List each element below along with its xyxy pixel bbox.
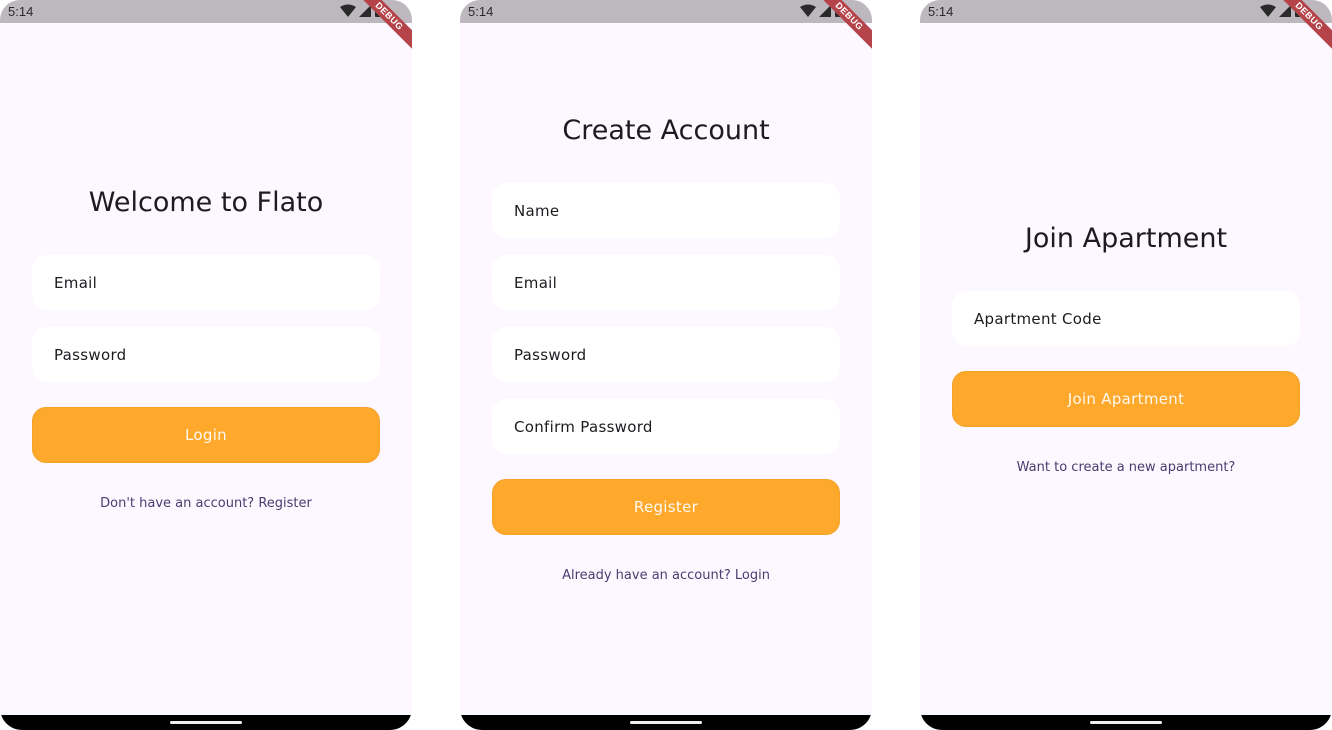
email-input[interactable]	[52, 272, 380, 293]
apartment-code-input[interactable]	[972, 308, 1300, 329]
name-input[interactable]	[512, 200, 840, 221]
status-time: 5:14	[468, 4, 494, 19]
navigation-bar	[0, 715, 412, 730]
navigation-bar	[920, 715, 1332, 730]
status-time: 5:14	[928, 4, 954, 19]
join-content: Join Apartment Join Apartment Want to cr…	[920, 23, 1332, 715]
status-time: 5:14	[8, 4, 34, 19]
password-input[interactable]	[52, 344, 380, 365]
join-apartment-button[interactable]: Join Apartment	[952, 371, 1300, 427]
wifi-icon	[800, 4, 816, 17]
status-bar: 5:14 DEBUG	[460, 0, 872, 53]
register-content: Create Account Register Already have an …	[460, 23, 872, 715]
page-title: Join Apartment	[1024, 223, 1228, 254]
register-button[interactable]: Register	[492, 479, 840, 535]
login-link[interactable]: Already have an account? Login	[460, 568, 872, 583]
wifi-icon	[340, 4, 356, 17]
home-gesture-handle[interactable]	[1090, 721, 1162, 724]
status-bar: 5:14 DEBUG	[920, 0, 1332, 53]
login-screen: 5:14 DEBUG Welcome to Flato Login Don't …	[0, 0, 412, 730]
password-field[interactable]	[32, 327, 380, 382]
email-input[interactable]	[512, 272, 840, 293]
home-gesture-handle[interactable]	[170, 721, 242, 724]
join-apartment-screen: 5:14 DEBUG Join Apartment Join Apartment…	[920, 0, 1332, 730]
email-field[interactable]	[492, 255, 840, 310]
password-input[interactable]	[512, 344, 840, 365]
home-gesture-handle[interactable]	[630, 721, 702, 724]
create-apartment-link[interactable]: Want to create a new apartment?	[920, 460, 1332, 475]
confirm-password-input[interactable]	[512, 416, 840, 437]
status-bar: 5:14 DEBUG	[0, 0, 412, 53]
email-field[interactable]	[32, 255, 380, 310]
name-field[interactable]	[492, 183, 840, 238]
navigation-bar	[460, 715, 872, 730]
page-title: Create Account	[562, 115, 770, 146]
register-screen: 5:14 DEBUG Create Account Register Alrea…	[460, 0, 872, 730]
register-link[interactable]: Don't have an account? Register	[0, 496, 412, 511]
password-field[interactable]	[492, 327, 840, 382]
login-content: Welcome to Flato Login Don't have an acc…	[0, 23, 412, 715]
apartment-code-field[interactable]	[952, 291, 1300, 346]
page-title: Welcome to Flato	[88, 187, 324, 218]
wifi-icon	[1260, 4, 1276, 17]
confirm-password-field[interactable]	[492, 399, 840, 454]
login-button[interactable]: Login	[32, 407, 380, 463]
